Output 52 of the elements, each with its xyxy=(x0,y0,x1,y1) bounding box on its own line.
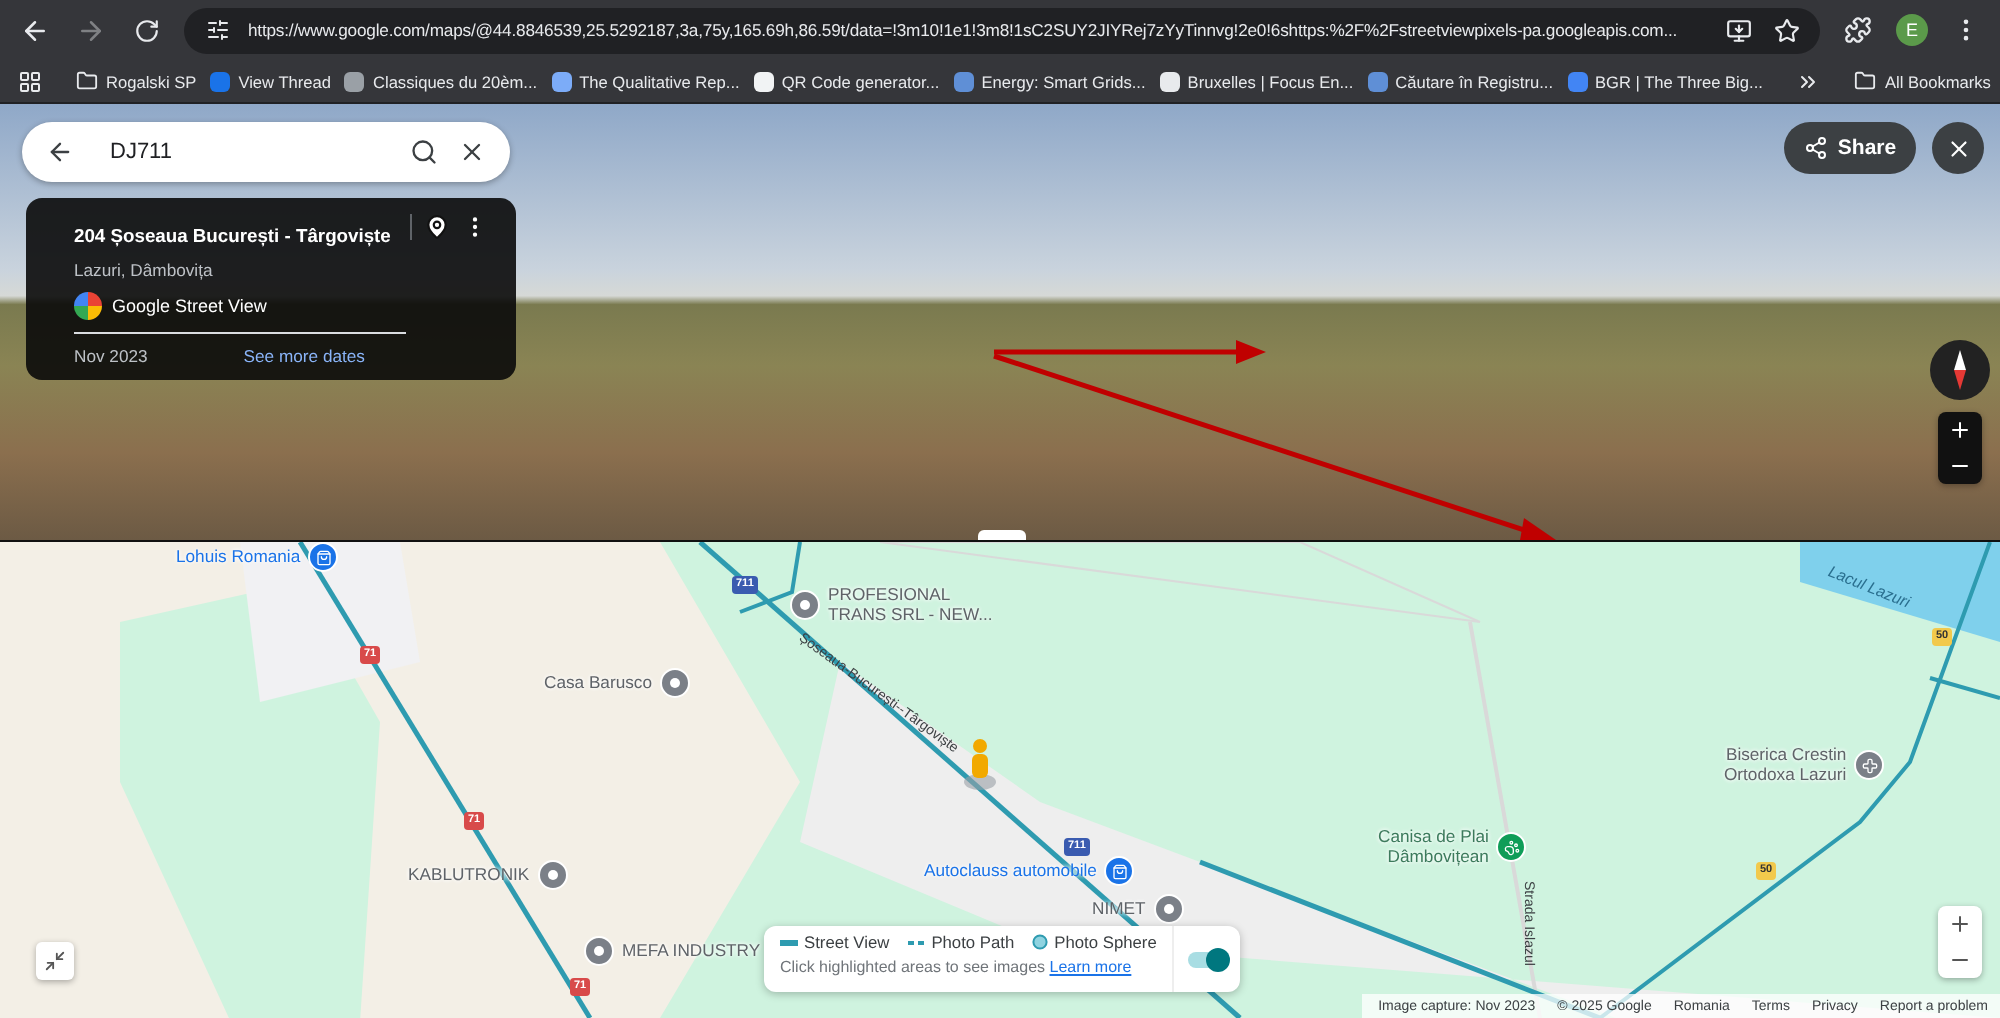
bookmark[interactable]: Classiques du 20èm... xyxy=(344,71,538,91)
legend-item: Street View xyxy=(780,932,890,952)
place-label[interactable]: Casa Barusco xyxy=(544,673,652,693)
place-label[interactable]: Lohuis Romania xyxy=(176,547,301,567)
place-subtitle: Lazuri, Dâmbovița xyxy=(74,260,215,280)
all-bookmarks[interactable]: All Bookmarks xyxy=(1854,70,1991,92)
source-label: Google Street View xyxy=(112,296,267,316)
place-label[interactable]: MEFA INDUSTRY xyxy=(622,941,761,961)
plus-icon xyxy=(1948,912,1972,936)
place-marker-icon[interactable] xyxy=(537,860,568,890)
extensions-icon[interactable] xyxy=(1840,12,1876,48)
plus-icon xyxy=(1948,418,1972,442)
folder-icon xyxy=(1854,70,1877,92)
legend-item: Photo Path xyxy=(907,932,1015,952)
share-button[interactable]: Share xyxy=(1784,122,1916,174)
bookmark[interactable]: Rogalski SP xyxy=(76,70,197,92)
search-icon[interactable] xyxy=(410,138,438,166)
see-more-dates-link[interactable]: See more dates xyxy=(243,346,365,366)
exit-fullscreen-button[interactable] xyxy=(36,942,74,980)
collapse-icon xyxy=(44,950,66,972)
folder-icon xyxy=(76,70,98,92)
dashed-line-icon xyxy=(907,939,926,945)
bookmark[interactable]: The Qualitative Rep... xyxy=(551,71,740,91)
bookmark[interactable]: Energy: Smart Grids... xyxy=(953,71,1146,91)
bookmark[interactable]: QR Code generator... xyxy=(753,71,940,91)
bookmark[interactable]: Bruxelles | Focus En... xyxy=(1159,71,1354,91)
close-icon xyxy=(1945,135,1971,161)
place-marker-icon[interactable] xyxy=(584,936,614,966)
capture-date: Nov 2023 xyxy=(74,346,148,366)
address-bar[interactable]: https://www.google.com/maps/@44.8846539,25.5292187,3a,75y,165.69h,86.59t/data=!3m10!1e1!3m8!1sC2SUY2JIYRej7zYyTinnvg!2e0!6shttps:%2F%2Fstreetviewpixels-pa.googleapis.com... xyxy=(184,7,1820,53)
dot-icon xyxy=(1032,934,1049,950)
bookmark[interactable]: Căutare în Registru... xyxy=(1367,71,1553,91)
pin-icon[interactable] xyxy=(424,214,450,240)
legend-hint: Click highlighted areas to see images Learn more xyxy=(780,958,1134,976)
search-bar[interactable]: DJ711 xyxy=(22,122,510,182)
back-icon[interactable] xyxy=(46,138,74,166)
bookmark[interactable]: View Thread xyxy=(210,71,331,91)
bookmark[interactable]: BGR | The Three Big... xyxy=(1567,71,1763,91)
place-label[interactable]: Canisa de Plai Dâmbovițean xyxy=(1378,828,1489,866)
place-label[interactable]: PROFESIONAL TRANS SRL - NEW... xyxy=(828,586,993,624)
coverage-toggle[interactable] xyxy=(1187,951,1228,967)
pegman-icon xyxy=(964,738,996,790)
compass-icon[interactable] xyxy=(1930,340,1990,400)
place-title: 204 Șoseaua București - Târgoviște xyxy=(74,224,391,246)
place-label[interactable]: Biserica Crestin Ortodoxa Lazuri xyxy=(1724,746,1847,784)
legend-item: Photo Sphere xyxy=(1032,932,1157,952)
learn-more-link[interactable]: Learn more xyxy=(1049,958,1132,976)
google-logo-icon xyxy=(74,292,102,320)
close-icon[interactable] xyxy=(458,138,486,166)
lake-label: Lacul Lazuri xyxy=(1825,562,1913,612)
share-icon xyxy=(1803,136,1828,160)
place-marker-icon[interactable] xyxy=(659,668,690,698)
